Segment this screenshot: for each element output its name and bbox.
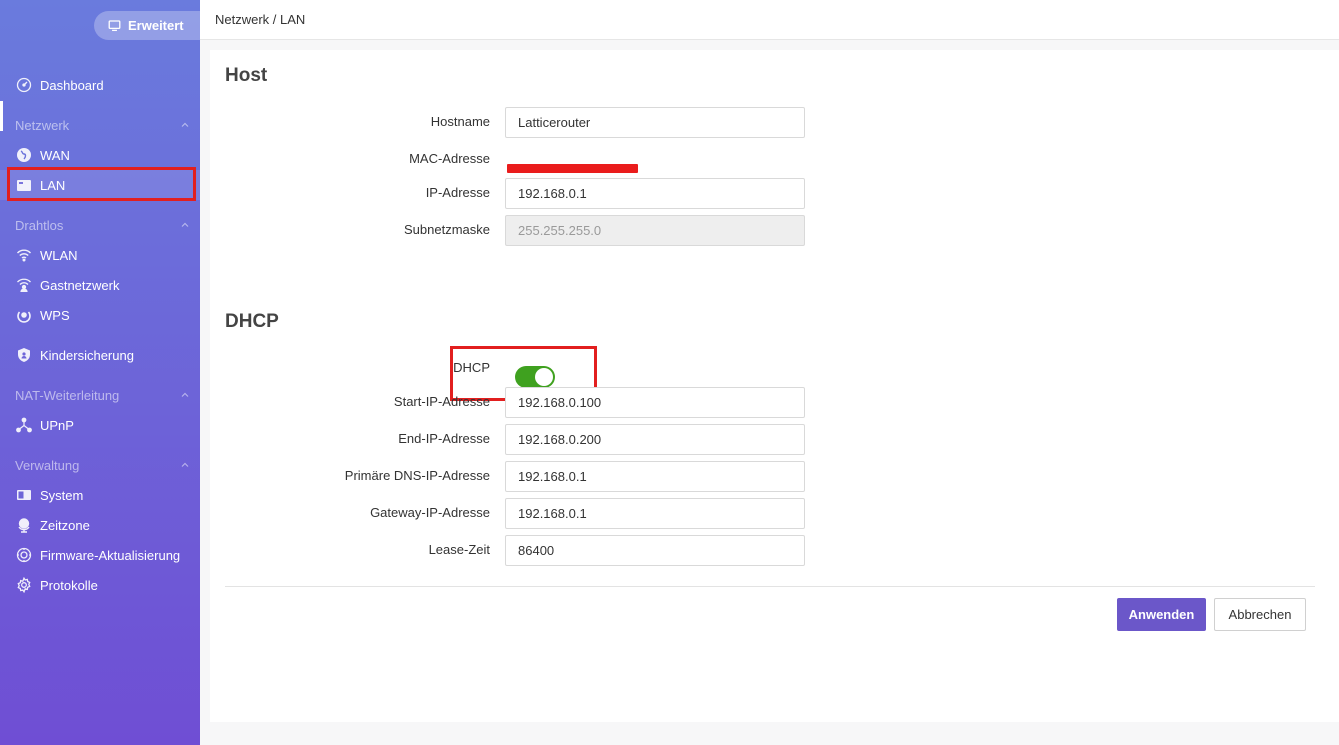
sidebar-item-firmware[interactable]: Firmware-Aktualisierung xyxy=(0,540,200,570)
sidebar-item-zeitzone[interactable]: Zeitzone xyxy=(0,510,200,540)
main-content: Host Hostname Latticerouter MAC-Adresse … xyxy=(200,40,1339,745)
settings-card: Host Hostname Latticerouter MAC-Adresse … xyxy=(210,50,1339,722)
subnet-mask-field: 255.255.255.0 xyxy=(505,215,805,246)
sidebar-item-label: Protokolle xyxy=(40,577,98,593)
sidebar-section-label: Netzwerk xyxy=(15,117,70,133)
gateway-ip-field[interactable]: 192.168.0.1 xyxy=(505,498,805,529)
gateway-ip-label: Gateway-IP-Adresse xyxy=(370,505,490,520)
chevron-up-icon xyxy=(181,392,189,397)
sidebar-item-label: WAN xyxy=(40,147,70,163)
section-title-host: Host xyxy=(225,65,268,86)
sidebar-section-drahtlos[interactable]: Drahtlos xyxy=(0,210,200,240)
gear-icon xyxy=(15,577,32,594)
sidebar-item-upnp[interactable]: UPnP xyxy=(0,410,200,440)
gauge-icon xyxy=(15,77,32,94)
dhcp-toggle[interactable] xyxy=(515,366,555,388)
sidebar-section-netzwerk[interactable]: Netzwerk xyxy=(0,110,200,140)
wifi-icon xyxy=(15,247,32,264)
sidebar-item-label: Firmware-Aktualisierung xyxy=(40,547,181,563)
sidebar-item-label: UPnP xyxy=(40,417,74,433)
ip-address-field[interactable]: 192.168.0.1 xyxy=(505,178,805,209)
sidebar-item-label: Zeitzone xyxy=(40,517,90,533)
sidebar-item-label: Gastnetzwerk xyxy=(40,277,120,293)
toggle-knob xyxy=(535,368,553,386)
mac-address-label: MAC-Adresse xyxy=(409,151,490,166)
end-ip-field[interactable]: 192.168.0.200 xyxy=(505,424,805,455)
sidebar-item-label: LAN xyxy=(40,177,66,193)
sidebar-item-wan[interactable]: WAN xyxy=(0,140,200,170)
sidebar-item-label: System xyxy=(40,487,84,503)
sidebar-item-kindersicherung[interactable]: Kindersicherung xyxy=(0,340,200,370)
lan-icon xyxy=(15,177,32,194)
apply-button[interactable]: Anwenden xyxy=(1117,598,1206,631)
monitor-icon xyxy=(108,20,121,32)
divider xyxy=(225,586,1315,587)
sidebar-item-wps[interactable]: WPS xyxy=(0,300,200,330)
globe-stand-icon xyxy=(15,517,32,534)
subnet-mask-label: Subnetzmaske xyxy=(404,222,490,237)
firmware-update-icon xyxy=(15,547,32,564)
upnp-network-icon xyxy=(15,417,32,434)
end-ip-label: End-IP-Adresse xyxy=(398,431,490,446)
sidebar-section-label: NAT-Weiterleitung xyxy=(15,387,120,403)
ip-address-label: IP-Adresse xyxy=(425,185,490,200)
cancel-button[interactable]: Abbrechen xyxy=(1214,598,1306,631)
sidebar: Erweitert Dashboard Netzwerk WAN LAN Dra… xyxy=(0,0,204,745)
primary-dns-label: Primäre DNS-IP-Adresse xyxy=(344,468,490,483)
sidebar-section-nat[interactable]: NAT-Weiterleitung xyxy=(0,380,200,410)
globe-icon xyxy=(15,147,32,164)
sidebar-item-label: Dashboard xyxy=(40,77,104,93)
sidebar-item-label: WLAN xyxy=(40,247,78,263)
sidebar-section-label: Drahtlos xyxy=(15,217,64,233)
sidebar-section-verwaltung[interactable]: Verwaltung xyxy=(0,450,200,480)
hostname-field[interactable]: Latticerouter xyxy=(505,107,805,138)
sidebar-item-protokolle[interactable]: Protokolle xyxy=(0,570,200,600)
sidebar-item-system[interactable]: System xyxy=(0,480,200,510)
mode-toggle-label: Erweitert xyxy=(128,18,184,33)
lease-time-label: Lease-Zeit xyxy=(428,542,490,557)
section-title-dhcp: DHCP xyxy=(225,311,279,332)
guest-wifi-icon xyxy=(15,277,32,294)
chevron-up-icon xyxy=(181,222,189,227)
hostname-label: Hostname xyxy=(430,114,490,129)
wps-icon xyxy=(15,307,32,324)
system-icon xyxy=(15,487,32,504)
sidebar-section-label: Verwaltung xyxy=(15,457,80,473)
sidebar-item-wlan[interactable]: WLAN xyxy=(0,240,200,270)
sidebar-item-gastnetzwerk[interactable]: Gastnetzwerk xyxy=(0,270,200,300)
sidebar-item-lan[interactable]: LAN xyxy=(0,170,200,200)
start-ip-label: Start-IP-Adresse xyxy=(393,394,490,409)
sidebar-item-dashboard[interactable]: Dashboard xyxy=(0,70,200,100)
chevron-up-icon xyxy=(181,122,189,127)
dhcp-toggle-label: DHCP xyxy=(453,360,490,375)
start-ip-field[interactable]: 192.168.0.100 xyxy=(505,387,805,418)
parental-shield-icon xyxy=(15,347,32,364)
lease-time-field[interactable]: 86400 xyxy=(505,535,805,566)
mac-address-redaction xyxy=(507,164,638,173)
mode-toggle-button[interactable]: Erweitert xyxy=(94,11,204,40)
breadcrumb: Netzwerk / LAN xyxy=(200,0,1339,40)
sidebar-item-label: WPS xyxy=(40,307,70,323)
sidebar-item-label: Kindersicherung xyxy=(40,347,134,363)
primary-dns-field[interactable]: 192.168.0.1 xyxy=(505,461,805,492)
breadcrumb-text: Netzwerk / LAN xyxy=(215,12,306,27)
chevron-up-icon xyxy=(181,462,189,467)
